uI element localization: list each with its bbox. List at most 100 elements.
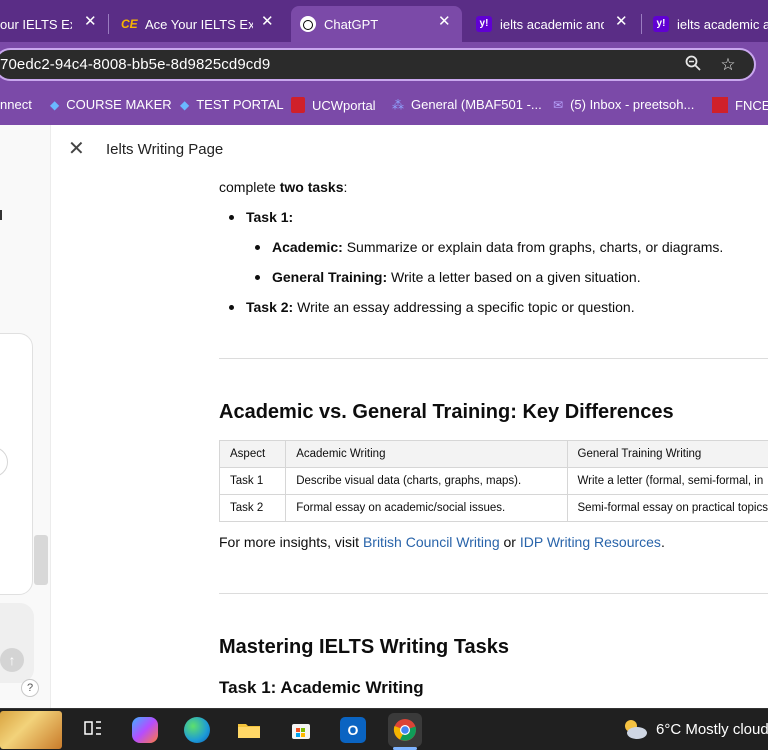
browser-tab-4[interactable]: y! ielts academic and ✕ xyxy=(476,6,640,42)
section-heading: Mastering IELTS Writing Tasks xyxy=(219,636,510,658)
address-bar-row: 70edc2-94c4-8008-bb5e-8d9825cd9cd9 ☆ xyxy=(0,42,768,87)
scrollbar-thumb[interactable] xyxy=(34,535,48,585)
mail-icon: ✉ xyxy=(553,97,564,112)
tab-close-icon[interactable]: ✕ xyxy=(615,12,628,30)
diamond-icon: ◆ xyxy=(50,97,60,112)
bullet-dot xyxy=(255,245,260,250)
close-icon[interactable]: ✕ xyxy=(68,139,85,159)
zoom-icon[interactable] xyxy=(682,54,704,76)
cloudy-weather-icon[interactable] xyxy=(621,718,647,740)
chat-side-panel: ↑ ? xyxy=(0,125,51,708)
table-cell: Task 1 xyxy=(218,467,287,495)
insights-middle: or xyxy=(499,534,520,550)
browser-tab-3[interactable]: ChatGPT ✕ xyxy=(291,6,462,42)
subsection-heading: Task 1: Academic Writing xyxy=(219,678,424,697)
tab-close-icon[interactable]: ✕ xyxy=(261,12,274,30)
browser-tab-1[interactable]: our IELTS Exa ✕ xyxy=(0,6,102,42)
academic-label: Academic: xyxy=(272,239,343,255)
weather-text[interactable]: 6°C Mostly cloud xyxy=(656,721,768,738)
task-view-icon[interactable] xyxy=(80,717,106,743)
yahoo-icon: y! xyxy=(653,16,669,32)
store-icon[interactable] xyxy=(288,717,314,743)
chrome-taskbar-button[interactable] xyxy=(388,713,422,747)
task1-label: Task 1: xyxy=(246,209,294,225)
browser-tab-strip: our IELTS Exa ✕ CE Ace Your IELTS Exa ✕ … xyxy=(0,0,768,42)
composer-box[interactable] xyxy=(0,603,34,683)
bookmark-label: (5) Inbox - preetsoh... xyxy=(570,97,695,112)
insights-paragraph: For more insights, visit British Council… xyxy=(219,532,665,552)
bullet-dot xyxy=(255,275,260,280)
tab-title: ChatGPT xyxy=(324,16,379,32)
intro-bold: two tasks xyxy=(279,179,344,195)
british-council-link[interactable]: British Council Writing xyxy=(363,534,500,550)
text-cursor-mark xyxy=(0,210,2,220)
address-bar[interactable]: 70edc2-94c4-8008-bb5e-8d9825cd9cd9 ☆ xyxy=(0,48,756,81)
tab-close-icon[interactable]: ✕ xyxy=(84,12,97,30)
tab-divider xyxy=(108,14,109,34)
comparison-table: Aspect Academic Writing General Training… xyxy=(218,440,768,522)
bookmarks-bar: nnect ◆ COURSE MAKER ◆ TEST PORTAL UCWpo… xyxy=(0,87,768,125)
ucw-logo-icon xyxy=(291,97,305,113)
tab-close-icon[interactable]: ✕ xyxy=(438,12,451,30)
table-header-row: Aspect Academic Writing General Training… xyxy=(218,440,768,468)
table-row: Task 2 Formal essay on academic/social i… xyxy=(218,494,768,522)
widgets-icon[interactable] xyxy=(0,711,62,749)
bullet-dot xyxy=(229,215,234,220)
bookmark-item[interactable]: ⁂ General (MBAF501 -... xyxy=(392,97,542,112)
bookmark-label: COURSE MAKER xyxy=(66,97,172,112)
table-cell: Formal essay on academic/social issues. xyxy=(285,494,568,522)
bookmark-label: General (MBAF501 -... xyxy=(411,97,542,112)
section-heading: Academic vs. General Training: Key Diffe… xyxy=(219,401,674,423)
file-explorer-icon[interactable] xyxy=(236,717,262,743)
bookmark-item[interactable]: ◆ COURSE MAKER xyxy=(50,97,172,112)
bookmark-item[interactable]: ◆ TEST PORTAL xyxy=(180,97,284,112)
bookmark-item[interactable]: ✉ (5) Inbox - preetsoh... xyxy=(553,97,694,112)
task2-text: Write an essay addressing a specific top… xyxy=(293,299,635,315)
url-text[interactable]: 70edc2-94c4-8008-bb5e-8d9825cd9cd9 xyxy=(0,56,270,73)
table-cell: Semi-formal essay on practical topics xyxy=(566,494,768,522)
browser-tab-5[interactable]: y! ielts academic an xyxy=(653,6,768,42)
help-icon[interactable]: ? xyxy=(21,679,39,697)
table-cell: Write a letter (formal, semi-formal, in xyxy=(566,467,768,495)
tab-title: our IELTS Exa xyxy=(0,16,72,32)
intro-suffix: : xyxy=(343,179,348,195)
copilot-icon[interactable] xyxy=(132,717,158,743)
tab-divider xyxy=(641,14,642,34)
idp-link[interactable]: IDP Writing Resources xyxy=(520,534,661,550)
edge-browser-icon[interactable] xyxy=(184,717,210,743)
table-header-cell: General Training Writing xyxy=(566,440,768,468)
tab-title: ielts academic an xyxy=(677,16,768,32)
bookmark-item[interactable]: UCWportal xyxy=(291,97,376,113)
taskbar: O 6°C Mostly cloud xyxy=(0,708,768,750)
academic-item: Academic: Summarize or explain data from… xyxy=(272,237,723,257)
insights-suffix: . xyxy=(660,534,665,550)
intro-text: complete xyxy=(219,179,280,195)
bookmark-item[interactable]: FNCE xyxy=(712,97,768,113)
outlook-icon[interactable]: O xyxy=(340,717,366,743)
table-cell: Task 2 xyxy=(218,494,287,522)
bookmark-label: TEST PORTAL xyxy=(196,97,284,112)
general-text: Write a letter based on a given situatio… xyxy=(387,269,641,285)
section-divider xyxy=(219,593,768,594)
bookmark-label: FNCE xyxy=(735,97,768,113)
bookmark-label: UCWportal xyxy=(312,97,376,113)
task1-item: Task 1: xyxy=(246,207,293,227)
academic-text: Summarize or explain data from graphs, c… xyxy=(342,239,724,255)
yahoo-icon: y! xyxy=(476,16,492,32)
bookmark-label: nnect xyxy=(0,97,32,112)
intro-paragraph: complete two tasks: xyxy=(219,177,347,197)
bookmark-star-icon[interactable]: ☆ xyxy=(717,54,739,76)
teams-icon: ⁂ xyxy=(392,97,404,112)
tab-title: Ace Your IELTS Exa xyxy=(145,16,253,32)
task2-label: Task 2: xyxy=(246,299,294,315)
bookmark-item[interactable]: nnect xyxy=(0,97,32,112)
ce-icon: CE xyxy=(121,17,138,31)
browser-tab-2[interactable]: CE Ace Your IELTS Exa ✕ xyxy=(121,6,289,42)
task2-item: Task 2: Write an essay addressing a spec… xyxy=(246,297,635,317)
diamond-icon: ◆ xyxy=(180,97,190,112)
table-row: Task 1 Describe visual data (charts, gra… xyxy=(218,467,768,495)
fnce-logo-icon xyxy=(712,97,728,113)
send-arrow-icon[interactable]: ↑ xyxy=(0,648,24,672)
table-header-cell: Aspect xyxy=(218,440,287,468)
section-divider xyxy=(219,358,768,359)
